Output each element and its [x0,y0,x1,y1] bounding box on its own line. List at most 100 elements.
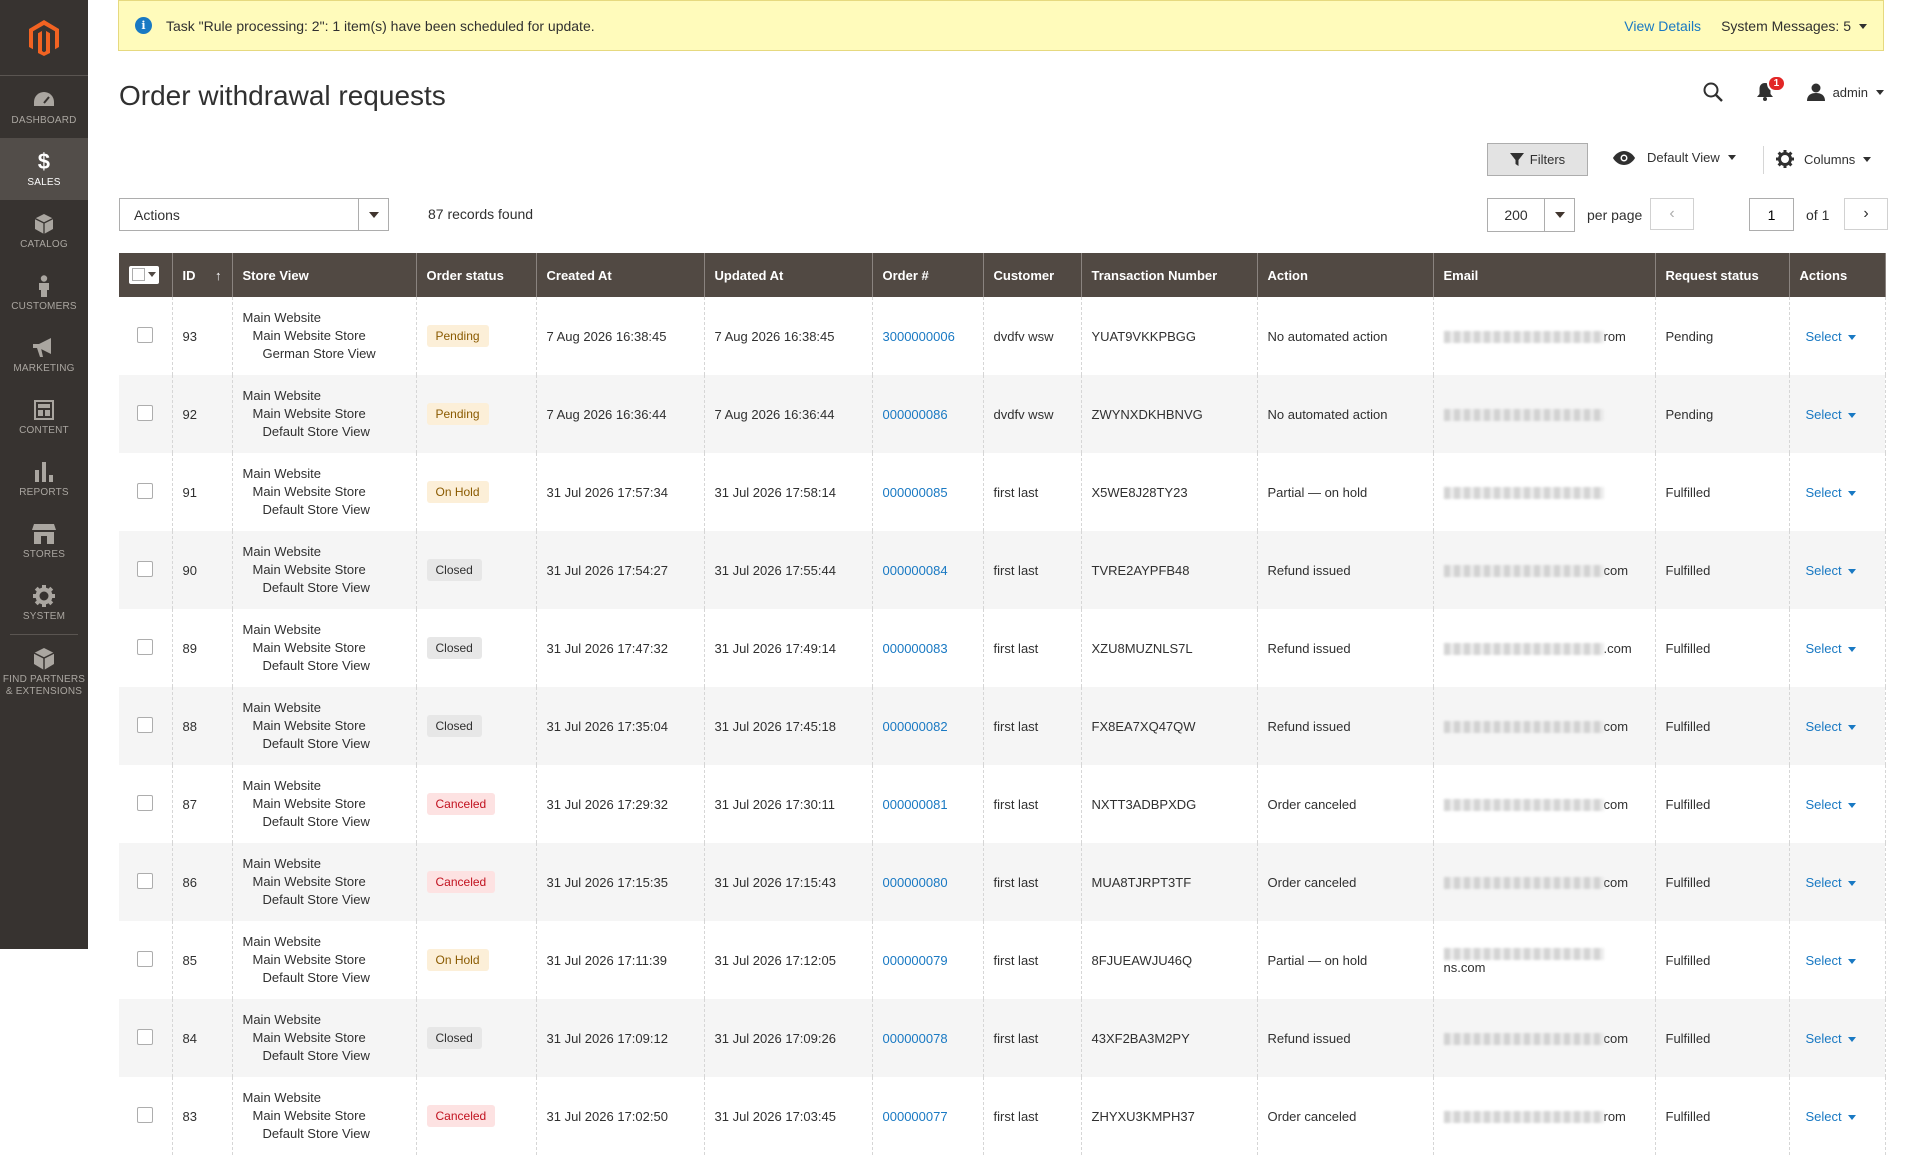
row-checkbox[interactable] [137,716,154,733]
column-header-order-status[interactable]: Order status [416,253,537,297]
filters-button[interactable]: Filters [1487,143,1588,176]
column-header-request-status[interactable]: Request status [1655,253,1790,297]
column-header-order-number[interactable]: Order # [872,253,984,297]
mass-select-checkbox[interactable] [129,265,159,284]
store-view-name: German Store View [262,346,376,361]
bell-icon[interactable]: 1 [1756,75,1787,101]
default-view-dropdown[interactable]: Default View [1613,150,1736,165]
mass-actions-select[interactable]: Actions [119,198,389,231]
row-actions-select[interactable]: Select [1806,329,1856,344]
sidebar-item-reports[interactable]: REPORTS [0,448,88,510]
sidebar-item-marketing[interactable]: MARKETING [0,324,88,386]
sidebar-item-system[interactable]: SYSTEM [0,572,88,634]
store-website: Main Website [242,1090,322,1105]
row-checkbox[interactable] [137,1028,154,1045]
previous-page-button[interactable]: ‹ [1650,198,1694,230]
sidebar-item-content[interactable]: CONTENT [0,386,88,448]
view-details-link[interactable]: View Details [1624,18,1701,34]
row-checkbox[interactable] [137,560,154,577]
redacted-email [1443,409,1604,422]
columns-dropdown[interactable]: Columns [1776,150,1872,168]
order-link[interactable]: 3000000006 [883,329,955,344]
email-visible-suffix: com [1603,1030,1629,1046]
store-name: Main Website Store [252,1030,366,1045]
row-checkbox-cell [119,921,173,999]
cell-actions: Select [1789,921,1886,999]
select-label: Select [1805,640,1842,656]
row-actions-select[interactable]: Select [1806,641,1856,656]
per-page-select[interactable]: 200 [1487,198,1575,232]
cell-order-number: 000000086 [872,375,984,453]
row-actions-select[interactable]: Select [1806,719,1856,734]
magento-logo[interactable] [0,0,88,76]
cell-email: ns.com [1433,921,1656,999]
admin-user-menu[interactable]: admin [1806,83,1884,101]
column-header-store-view[interactable]: Store View [232,253,417,297]
row-actions-select[interactable]: Select [1806,875,1856,890]
order-link[interactable]: 000000078 [883,1031,948,1046]
cell-actions: Select [1789,531,1886,609]
row-actions-select[interactable]: Select [1806,407,1856,422]
order-link[interactable]: 000000080 [883,875,948,890]
cell-actions: Select [1789,843,1886,921]
status-badge: Closed [426,559,482,581]
next-page-button[interactable]: › [1844,198,1888,230]
order-link[interactable]: 000000082 [883,719,948,734]
system-messages-dropdown[interactable]: System Messages: 5 [1721,18,1867,34]
row-actions-select[interactable]: Select [1806,485,1856,500]
select-all-header[interactable] [119,253,173,297]
sidebar-item-find-partners-extensions[interactable]: FIND PARTNERS & EXTENSIONS [0,635,88,709]
cell-id: 90 [172,531,233,609]
sidebar-item-label: SYSTEM [22,611,66,622]
order-link[interactable]: 000000081 [883,797,948,812]
sidebar-item-sales[interactable]: $ SALES [0,138,88,200]
status-badge: On Hold [426,949,489,971]
sidebar-item-label: STORES [22,549,66,560]
order-link[interactable]: 000000083 [883,641,948,656]
order-link[interactable]: 000000077 [883,1109,948,1124]
cell-created-at: 31 Jul 2026 17:57:34 [536,453,705,531]
row-actions-select[interactable]: Select [1806,1109,1856,1124]
row-checkbox[interactable] [137,950,154,967]
row-checkbox[interactable] [137,326,154,343]
sidebar-item-catalog[interactable]: CATALOG [0,200,88,262]
caret-down-icon [1847,724,1856,730]
columns-label: Columns [1804,151,1856,167]
row-checkbox[interactable] [137,404,154,421]
order-link[interactable]: 000000084 [883,563,948,578]
column-header-action[interactable]: Action [1257,253,1434,297]
row-checkbox[interactable] [137,794,154,811]
search-icon[interactable] [1703,82,1723,102]
box-icon [33,647,55,671]
column-header-id[interactable]: ID ↑ [172,253,233,297]
order-link[interactable]: 000000086 [883,407,948,422]
cell-transaction-number: XZU8MUZNLS7L [1081,609,1258,687]
redacted-email [1443,1033,1604,1046]
row-checkbox[interactable] [137,482,154,499]
email-visible-suffix: ns.com [1443,960,1486,975]
row-checkbox[interactable] [137,872,154,889]
order-link[interactable]: 000000079 [883,953,948,968]
column-header-transaction-number[interactable]: Transaction Number [1081,253,1258,297]
row-actions-select[interactable]: Select [1806,563,1856,578]
order-link[interactable]: 000000085 [883,485,948,500]
row-actions-select[interactable]: Select [1806,953,1856,968]
row-checkbox[interactable] [137,638,154,655]
store-name: Main Website Store [252,1108,366,1123]
current-page-input[interactable] [1749,198,1794,231]
column-header-created-at[interactable]: Created At [536,253,705,297]
column-header-updated-at[interactable]: Updated At [704,253,873,297]
column-header-customer[interactable]: Customer [983,253,1082,297]
cell-order-number: 000000084 [872,531,984,609]
column-header-email[interactable]: Email [1433,253,1656,297]
store-website: Main Website [242,856,322,871]
cell-request-status: Fulfilled [1655,687,1790,765]
row-actions-select[interactable]: Select [1806,797,1856,812]
sidebar-item-dashboard[interactable]: DASHBOARD [0,76,88,138]
sidebar-item-stores[interactable]: STORES [0,510,88,572]
row-actions-select[interactable]: Select [1806,1031,1856,1046]
cell-action: Order canceled [1257,765,1434,843]
cell-email [1433,453,1656,531]
sidebar-item-customers[interactable]: CUSTOMERS [0,262,88,324]
row-checkbox[interactable] [137,1106,154,1123]
